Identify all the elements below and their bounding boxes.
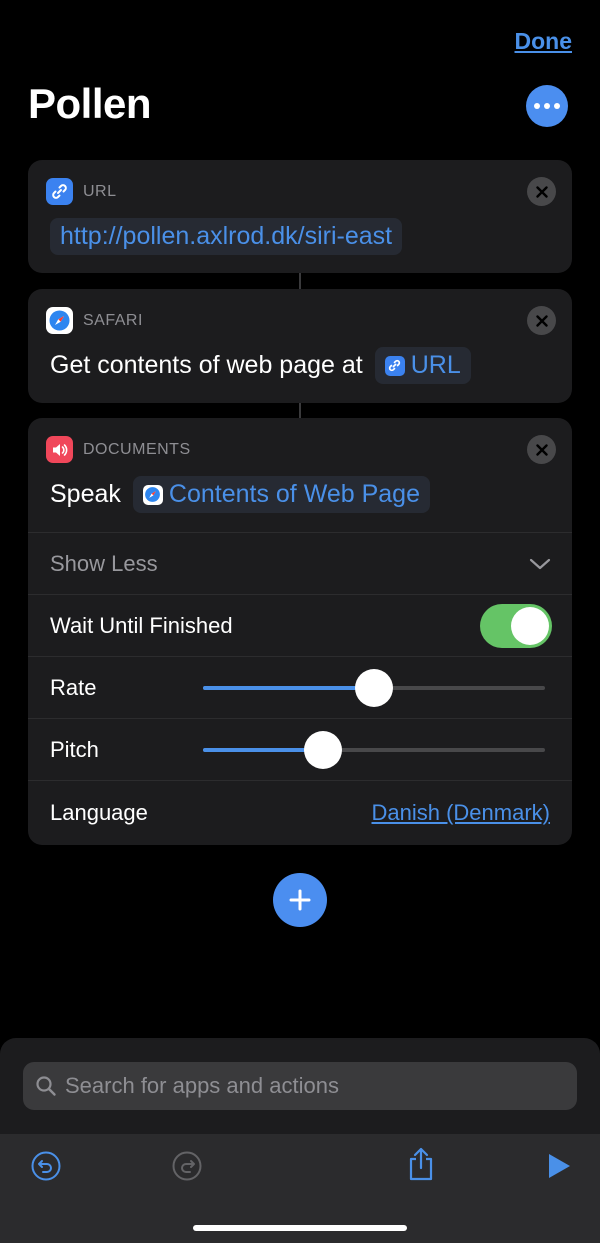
close-icon[interactable] xyxy=(527,306,556,335)
undo-icon[interactable] xyxy=(30,1150,62,1182)
action-app-label: SAFARI xyxy=(83,311,143,329)
search-input[interactable]: Search for apps and actions xyxy=(23,1062,577,1110)
language-row: Language Danish (Denmark) xyxy=(28,780,572,845)
action-sentence: Get contents of web page at URL xyxy=(50,347,471,384)
rate-label: Rate xyxy=(50,674,97,700)
home-indicator xyxy=(193,1225,407,1231)
safari-compass-icon xyxy=(142,484,163,505)
pitch-label: Pitch xyxy=(50,736,99,762)
pitch-slider[interactable] xyxy=(203,731,545,769)
wait-until-finished-label: Wait Until Finished xyxy=(50,612,233,638)
pitch-slider-knob[interactable] xyxy=(303,731,342,769)
wait-until-finished-row: Wait Until Finished xyxy=(28,594,572,656)
action-search-sheet: Search for apps and actions xyxy=(0,1038,600,1243)
connector-line xyxy=(299,272,301,290)
pitch-row: Pitch xyxy=(28,718,572,780)
card-header: SAFARI xyxy=(46,307,143,334)
url-action-card: URL http://pollen.axlrod.dk/siri-east xyxy=(28,160,572,273)
card-header: URL xyxy=(46,178,117,205)
url-value-field[interactable]: http://pollen.axlrod.dk/siri-east xyxy=(50,218,403,255)
rate-row: Rate xyxy=(28,656,572,718)
url-variable-token[interactable]: URL xyxy=(374,347,471,384)
token-label: URL xyxy=(410,351,461,379)
link-icon xyxy=(46,178,73,205)
rate-slider-knob[interactable] xyxy=(355,669,393,707)
search-placeholder: Search for apps and actions xyxy=(65,1073,339,1098)
rate-slider[interactable] xyxy=(203,669,545,707)
contents-variable-token[interactable]: Contents of Web Page xyxy=(132,476,430,513)
wait-until-finished-toggle[interactable] xyxy=(480,604,552,648)
show-less-row[interactable]: Show Less xyxy=(28,532,572,594)
speak-action-card: DOCUMENTS Speak Contents of Web Page Sho… xyxy=(28,418,572,845)
rate-slider-fill xyxy=(203,686,374,690)
card-header: DOCUMENTS xyxy=(46,436,191,463)
safari-action-card: SAFARI Get contents of web page at URL xyxy=(28,289,572,403)
plus-icon xyxy=(289,889,311,911)
speaker-icon xyxy=(46,436,73,463)
more-icon xyxy=(534,103,540,109)
action-app-label: DOCUMENTS xyxy=(83,440,191,458)
action-text: Speak xyxy=(50,480,121,508)
redo-icon[interactable] xyxy=(171,1150,203,1182)
editor-toolbar xyxy=(0,1134,600,1243)
close-icon[interactable] xyxy=(527,435,556,464)
done-button[interactable]: Done xyxy=(515,28,573,55)
link-icon xyxy=(384,355,405,376)
share-icon[interactable] xyxy=(405,1146,437,1182)
safari-compass-icon xyxy=(46,307,73,334)
search-icon xyxy=(36,1076,56,1096)
language-value-link[interactable]: Danish (Denmark) xyxy=(372,800,551,826)
show-less-label: Show Less xyxy=(50,550,158,576)
chevron-down-icon xyxy=(529,558,551,570)
connector-line xyxy=(299,402,301,418)
add-action-button[interactable] xyxy=(273,873,327,927)
play-icon[interactable] xyxy=(546,1152,572,1180)
close-icon[interactable] xyxy=(527,177,556,206)
page-title: Pollen xyxy=(28,80,152,127)
url-field-row: http://pollen.axlrod.dk/siri-east xyxy=(50,218,403,255)
token-label: Contents of Web Page xyxy=(168,480,420,508)
action-app-label: URL xyxy=(83,182,117,200)
action-sentence: Speak Contents of Web Page xyxy=(50,476,430,513)
language-label: Language xyxy=(50,800,148,825)
more-options-button[interactable] xyxy=(526,85,568,127)
action-text: Get contents of web page at xyxy=(50,351,363,379)
